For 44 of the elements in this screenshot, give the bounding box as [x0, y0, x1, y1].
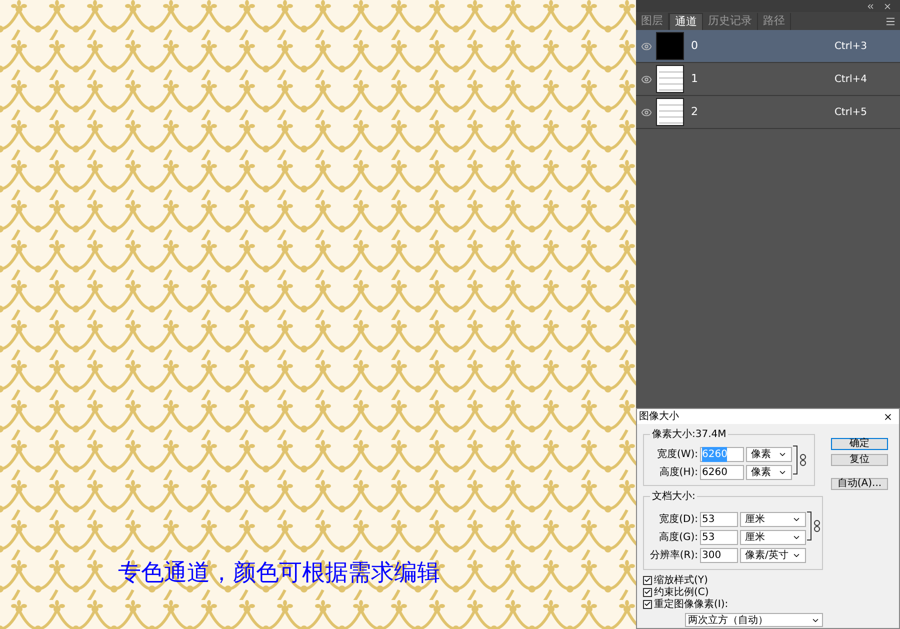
channel-row[interactable]: 0 Ctrl+3: [636, 30, 900, 63]
checkbox-label: 约束比例(C): [654, 586, 709, 598]
unit-dropdown[interactable]: 像素/英寸: [740, 548, 806, 562]
unit-dropdown[interactable]: 像素: [746, 464, 792, 480]
panel-menu-icon[interactable]: [885, 16, 896, 27]
checkbox-label: 重定图像像素(I):: [654, 598, 728, 612]
channel-shortcut: Ctrl+4: [834, 72, 867, 86]
field-label: 宽度(D):: [658, 512, 698, 526]
field-label: 高度(G):: [658, 530, 698, 544]
number-field[interactable]: 300: [700, 548, 738, 562]
field-label: 宽度(W):: [656, 448, 698, 462]
link-bracket-icon: [792, 443, 808, 477]
eye-icon[interactable]: [640, 74, 652, 84]
checkbox[interactable]: [643, 588, 652, 596]
eye-icon[interactable]: [640, 40, 652, 52]
checkbox[interactable]: [643, 600, 652, 608]
caption-text: 专色通道，颜色可根据需求编辑: [118, 559, 440, 588]
resample-dropdown[interactable]: 两次立方（自动）: [685, 613, 823, 627]
number-field[interactable]: 53: [700, 530, 738, 544]
channel-name: 2: [691, 104, 698, 120]
unit-dropdown[interactable]: 厘米: [740, 512, 806, 526]
panel-tab[interactable]: 通道: [669, 13, 703, 30]
collapse-icon[interactable]: [866, 2, 875, 10]
dialog-button[interactable]: 自动(A)...: [831, 478, 888, 490]
dialog-title: 图像大小: [639, 410, 679, 424]
unit-dropdown[interactable]: 像素: [746, 446, 792, 462]
field-label: 高度(H):: [658, 466, 698, 480]
number-field[interactable]: 53: [700, 512, 738, 526]
eye-icon[interactable]: [640, 106, 652, 118]
checkbox-label: 缩放样式(Y): [654, 574, 708, 586]
dialog-button[interactable]: 复位: [831, 454, 888, 466]
unit-dropdown[interactable]: 厘米: [740, 530, 806, 544]
close-icon[interactable]: [883, 2, 892, 10]
close-icon[interactable]: [883, 412, 893, 422]
channel-name: 1: [691, 70, 698, 87]
field-label: 分辨率(R):: [648, 548, 698, 562]
dialog-button[interactable]: 确定: [831, 438, 888, 450]
channel-shortcut: Ctrl+5: [834, 106, 867, 120]
channel-shortcut: Ctrl+3: [834, 40, 867, 54]
checkbox[interactable]: [643, 576, 652, 584]
channel-name: 0: [691, 38, 698, 54]
number-field[interactable]: 6260: [700, 464, 744, 480]
channel-row[interactable]: 1 Ctrl+4: [636, 63, 900, 96]
channel-row[interactable]: 2 Ctrl+5: [636, 96, 900, 129]
